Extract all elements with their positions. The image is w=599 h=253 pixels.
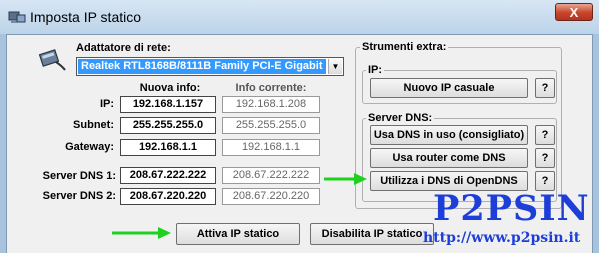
adapter-selected-value: Realtek RTL8168B/8111B Family PCI-E Giga… (78, 59, 326, 74)
close-button[interactable]: X (555, 3, 593, 21)
subnet-label: Subnet: (73, 119, 114, 131)
disable-static-ip-button[interactable]: Disabilita IP statico (310, 223, 434, 245)
gateway-current-value: 192.168.1.1 (222, 139, 320, 156)
dns1-current-value: 208.67.222.222 (222, 167, 320, 184)
arrow-right-icon (324, 173, 367, 185)
dns1-new-input[interactable]: 208.67.222.222 (120, 167, 216, 184)
dns2-new-input[interactable]: 208.67.220.220 (120, 188, 216, 205)
watermark-url: http://www.p2psin.it (423, 230, 581, 246)
dns2-label: Server DNS 2: (42, 190, 116, 202)
random-ip-button[interactable]: Nuovo IP casuale (370, 78, 528, 98)
dns-tools-label: Server DNS: (366, 112, 435, 124)
watermark-brand: P2PSIN (433, 188, 590, 229)
arrow-right-icon (112, 227, 171, 239)
ip-tools-label: IP: (366, 64, 385, 76)
subnet-new-input[interactable]: 255.255.255.0 (120, 117, 216, 134)
window-title: Imposta IP statico (30, 9, 142, 25)
subnet-current-value: 255.255.255.0 (222, 117, 320, 134)
chevron-down-icon[interactable]: ▼ (328, 59, 342, 74)
column-header-new: Nuova info: (139, 82, 201, 94)
ip-new-input[interactable]: 192.168.1.157 (120, 96, 216, 113)
column-header-current: Info corrente: (235, 82, 307, 94)
router-dns-help-button[interactable]: ? (535, 148, 555, 168)
dns1-label: Server DNS 1: (42, 170, 116, 182)
ip-label: IP: (99, 98, 114, 110)
extra-tools-title: Strumenti extra: (360, 41, 449, 53)
use-current-dns-button[interactable]: Usa DNS in uso (consigliato) (370, 125, 528, 145)
random-ip-help-button[interactable]: ? (535, 78, 555, 98)
network-adapter-icon (38, 49, 66, 71)
dns2-current-value: 208.67.220.220 (222, 188, 320, 205)
adapter-select[interactable]: Realtek RTL8168B/8111B Family PCI-E Giga… (76, 57, 344, 76)
gateway-label: Gateway: (65, 141, 114, 153)
activate-static-ip-button[interactable]: Attiva IP statico (176, 223, 300, 245)
title-bar[interactable]: Imposta IP statico X (0, 0, 599, 34)
router-dns-button[interactable]: Usa router come DNS (370, 148, 528, 168)
use-current-dns-help-button[interactable]: ? (535, 125, 555, 145)
ip-current-value: 192.168.1.208 (222, 96, 320, 113)
network-icon (8, 11, 26, 23)
adapter-label: Adattatore di rete: (76, 42, 171, 54)
gateway-new-input[interactable]: 192.168.1.1 (120, 139, 216, 156)
